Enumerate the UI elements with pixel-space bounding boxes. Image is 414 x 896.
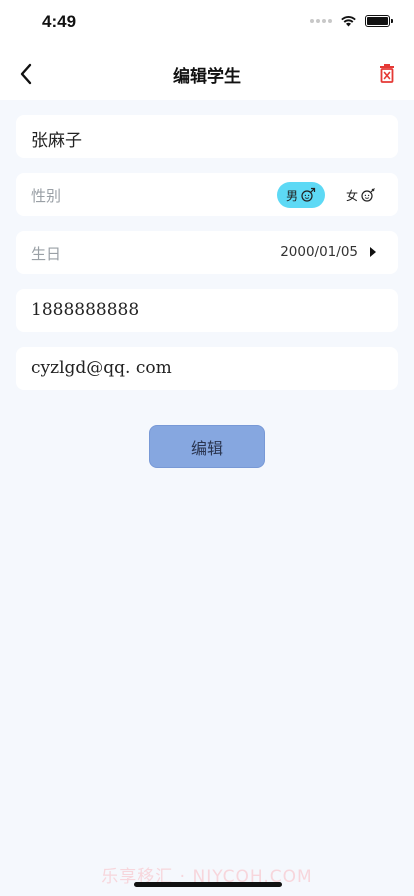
page-title: 编辑学生 <box>173 67 241 87</box>
home-indicator <box>134 882 282 887</box>
name-value: 张麻子 <box>31 131 82 151</box>
gender-female-label: 女 <box>345 188 358 203</box>
trash-icon <box>380 64 394 83</box>
gender-option-female[interactable]: 女 <box>338 182 384 208</box>
gender-male-label: 男 <box>285 188 298 203</box>
male-face-icon <box>301 187 316 202</box>
wifi-icon <box>341 16 356 27</box>
gender-field: 性别 男 女 <box>16 173 398 216</box>
email-value: cyzlgd@qq. com <box>31 358 172 378</box>
edit-submit-button[interactable]: 编辑 <box>149 425 265 468</box>
name-field[interactable]: 张麻子 <box>16 115 398 158</box>
female-face-icon <box>361 188 375 202</box>
birthday-value: 2000/01/05 <box>280 244 358 260</box>
delete-button[interactable] <box>374 60 400 86</box>
signal-icon <box>310 19 332 23</box>
email-field[interactable]: cyzlgd@qq. com <box>16 347 398 390</box>
gender-option-male[interactable]: 男 <box>277 182 325 208</box>
phone-value: 1888888888 <box>31 300 140 320</box>
status-time: 4:49 <box>42 12 77 31</box>
status-bar: 4:49 <box>0 0 414 48</box>
battery-icon <box>365 15 393 27</box>
nav-bar: 编辑学生 <box>0 48 414 100</box>
birthday-field[interactable]: 生日 2000/01/05 <box>16 231 398 274</box>
status-icons <box>310 15 393 27</box>
gender-label: 性别 <box>31 187 62 205</box>
birthday-label: 生日 <box>31 245 62 263</box>
triangle-right-icon <box>370 247 376 257</box>
phone-field[interactable]: 1888888888 <box>16 289 398 332</box>
